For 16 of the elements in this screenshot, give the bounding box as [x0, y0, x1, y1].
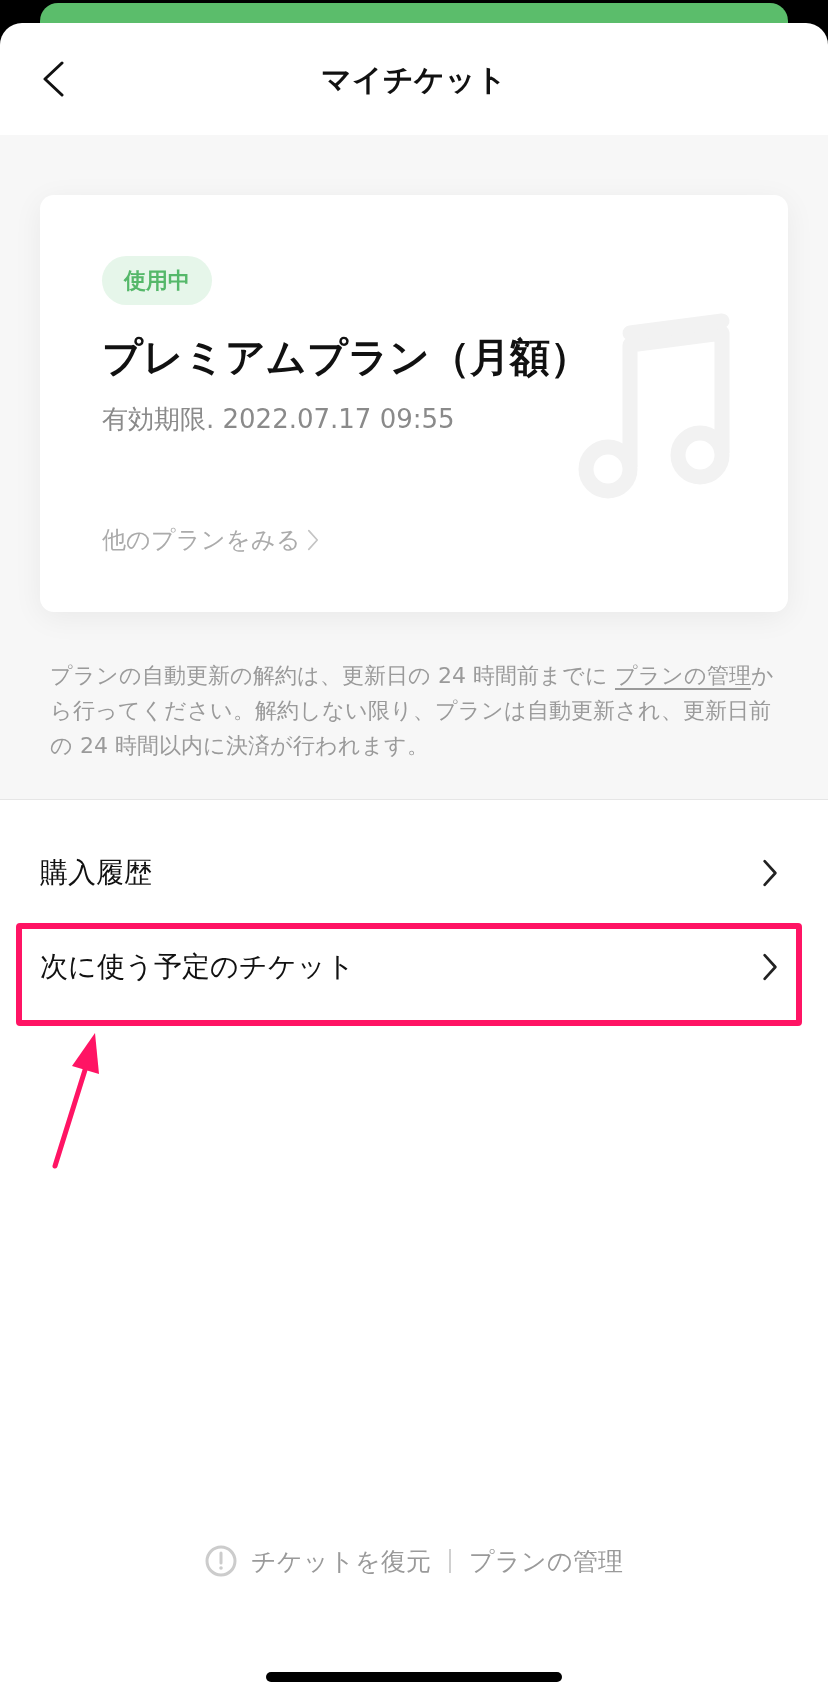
expiry-date: 有効期限. 2022.07.17 09:55	[102, 403, 455, 436]
restore-tickets-button[interactable]: チケットを復元	[205, 1542, 431, 1580]
chevron-right-icon	[762, 953, 778, 981]
plan-management-button[interactable]: プランの管理	[469, 1542, 623, 1580]
back-icon	[42, 61, 64, 97]
auto-renewal-notice: プランの自動更新の解約は、更新日の 24 時間前までに プランの管理から行ってください。解約しない限り、プランは自動更新され、更新日前の 24 時間以内に決済が行われます。	[49, 662, 775, 760]
status-badge: 使用中	[102, 256, 212, 305]
chevron-right-icon	[762, 859, 778, 887]
screen-title: マイチケット	[320, 60, 508, 99]
menu-item[interactable]: 次に使う予定のチケット	[0, 920, 828, 1014]
plan-name: プレミアムプラン（月額）	[102, 333, 590, 382]
info-icon	[205, 1545, 237, 1578]
plan-management-link[interactable]: プランの管理	[615, 663, 751, 688]
other-plans-link[interactable]: 他のプランをみる	[102, 523, 319, 557]
menu-item[interactable]: 購入履歴	[0, 826, 828, 920]
chevron-right-icon	[307, 529, 319, 551]
